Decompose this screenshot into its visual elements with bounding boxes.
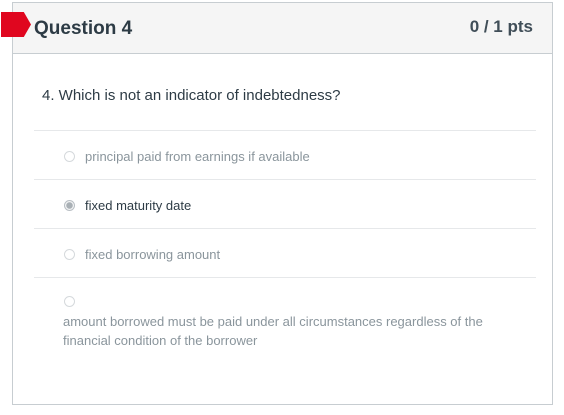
answer-label: amount borrowed must be paid under all c… — [63, 314, 483, 348]
answer-list: principal paid from earnings if availabl… — [34, 130, 536, 357]
radio-button[interactable] — [64, 296, 75, 307]
question-title: Question 4 — [34, 18, 133, 39]
answer-option-4[interactable]: amount borrowed must be paid under all c… — [34, 277, 536, 357]
answer-label: fixed maturity date — [85, 198, 192, 213]
question-card: Question 4 0 / 1 pts 4. Which is not an … — [1, 2, 553, 405]
radio-button[interactable] — [64, 151, 75, 162]
answer-option-2[interactable]: fixed maturity date — [34, 179, 536, 228]
radio-button[interactable] — [64, 249, 75, 260]
answer-option-3[interactable]: fixed borrowing amount — [34, 228, 536, 277]
answer-label: principal paid from earnings if availabl… — [85, 149, 310, 164]
question-points: 0 / 1 pts — [469, 17, 533, 36]
question-text: 4. Which is not an indicator of indebted… — [42, 87, 341, 104]
answer-option-1[interactable]: principal paid from earnings if availabl… — [34, 130, 536, 179]
radio-button-selected[interactable] — [64, 200, 75, 211]
question-header: Question 4 0 / 1 pts — [1, 3, 552, 54]
answer-label: fixed borrowing amount — [85, 247, 221, 262]
incorrect-flag-icon — [1, 12, 31, 37]
